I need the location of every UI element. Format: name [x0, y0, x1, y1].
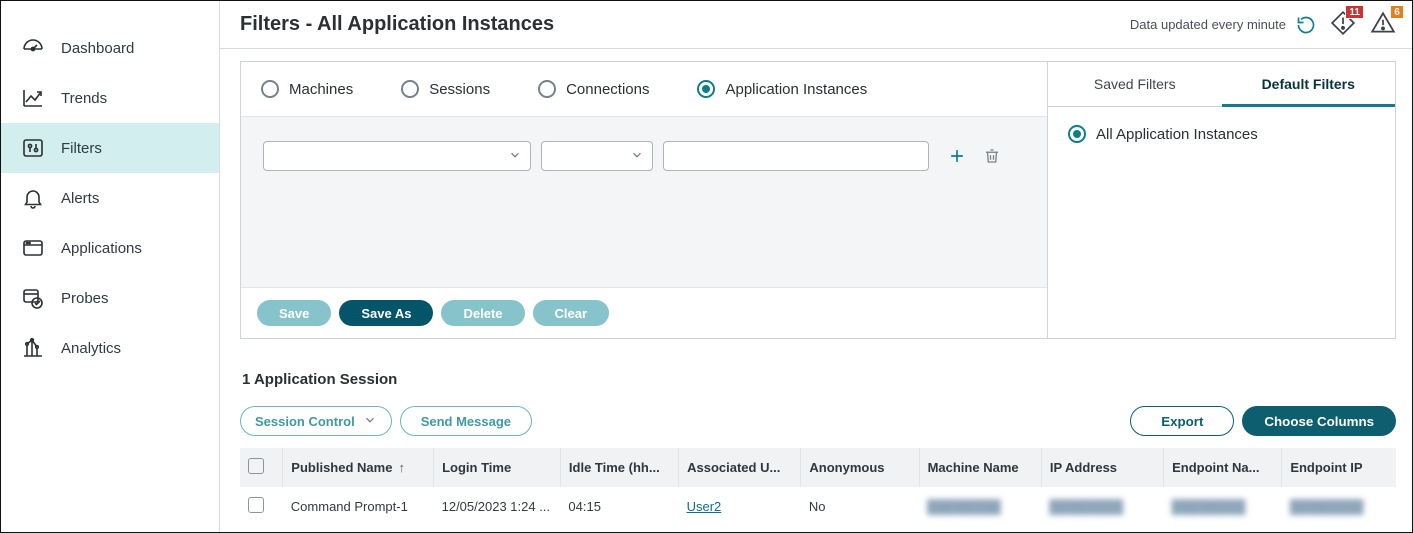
table-row[interactable]: Command Prompt-1 12/05/2023 1:24 ... 04:… [240, 487, 1396, 526]
radio-machines[interactable]: Machines [261, 80, 353, 98]
trends-icon [21, 86, 45, 110]
col-machine-name[interactable]: Machine Name [919, 448, 1041, 487]
sidebar-item-alerts[interactable]: Alerts [1, 173, 219, 223]
export-button[interactable]: Export [1130, 406, 1234, 436]
cell-endpoint-ip: ████████ [1282, 487, 1396, 526]
default-filter-label: All Application Instances [1096, 126, 1258, 143]
sort-ascending-icon: ↑ [398, 460, 405, 475]
col-endpoint-name[interactable]: Endpoint Na... [1164, 448, 1282, 487]
radio-application-instances[interactable]: Application Instances [697, 80, 867, 98]
saved-filters-panel: Saved Filters Default Filters All Applic… [1047, 62, 1395, 338]
sidebar-item-label: Filters [61, 140, 102, 157]
checkbox-icon [248, 458, 264, 474]
sidebar: Dashboard Trends Filters Alerts Applicat… [1, 1, 220, 532]
cell-machine-name: ████████ [919, 487, 1041, 526]
filter-value-input[interactable] [663, 141, 929, 171]
radio-icon [1068, 125, 1086, 143]
filter-operator-dropdown[interactable] [541, 141, 653, 171]
user-link[interactable]: User2 [687, 499, 722, 514]
col-anonymous[interactable]: Anonymous [801, 448, 919, 487]
sidebar-item-label: Trends [61, 90, 107, 107]
col-idle-time[interactable]: Idle Time (hh... [560, 448, 678, 487]
default-filter-item[interactable]: All Application Instances [1068, 125, 1375, 143]
results-table: Published Name↑ Login Time Idle Time (hh… [240, 448, 1396, 526]
choose-columns-button[interactable]: Choose Columns [1242, 406, 1396, 436]
cell-login-time: 12/05/2023 1:24 ... [434, 487, 561, 526]
analytics-icon [21, 336, 45, 360]
col-published-name[interactable]: Published Name↑ [283, 448, 434, 487]
radio-label: Sessions [429, 81, 490, 98]
col-login-time[interactable]: Login Time [434, 448, 561, 487]
dashboard-icon [21, 36, 45, 60]
radio-icon [401, 80, 419, 98]
session-control-button[interactable]: Session Control [240, 406, 392, 436]
sidebar-item-label: Probes [61, 290, 109, 307]
sidebar-item-analytics[interactable]: Analytics [1, 323, 219, 373]
alerts-icon [21, 186, 45, 210]
sidebar-item-probes[interactable]: Probes [1, 273, 219, 323]
radio-icon [261, 80, 279, 98]
probes-icon [21, 286, 45, 310]
radio-label: Machines [289, 81, 353, 98]
sidebar-item-dashboard[interactable]: Dashboard [1, 23, 219, 73]
delete-button[interactable]: Delete [441, 300, 524, 326]
applications-icon [21, 236, 45, 260]
filter-buttons-row: Save Save As Delete Clear [241, 287, 1047, 338]
filter-field-dropdown[interactable] [263, 141, 531, 171]
select-all-checkbox[interactable] [240, 448, 283, 487]
filter-panel: Machines Sessions Connections Appli [240, 61, 1396, 339]
col-associated-user[interactable]: Associated U... [679, 448, 801, 487]
cell-ip-address: ████████ [1041, 487, 1163, 526]
cell-associated-user: User2 [679, 487, 801, 526]
notification-diamond-red[interactable]: 11 [1330, 10, 1356, 39]
badge-count-red: 11 [1345, 5, 1364, 19]
session-count-heading: 1 Application Session [242, 371, 1396, 388]
topbar: Filters - All Application Instances Data… [220, 1, 1412, 49]
button-label: Send Message [421, 414, 511, 429]
cell-endpoint-name: ████████ [1164, 487, 1282, 526]
sidebar-item-label: Applications [61, 240, 142, 257]
add-filter-icon[interactable] [947, 141, 967, 171]
filter-type-radios: Machines Sessions Connections Appli [241, 62, 1047, 117]
refresh-icon[interactable] [1296, 15, 1316, 35]
save-button[interactable]: Save [257, 300, 331, 326]
page-title: Filters - All Application Instances [240, 13, 554, 36]
clear-button[interactable]: Clear [533, 300, 610, 326]
remove-filter-icon[interactable] [983, 141, 1001, 171]
filter-builder [241, 117, 1047, 287]
results-action-row: Session Control Send Message Export Choo… [240, 406, 1396, 436]
sidebar-item-filters[interactable]: Filters [1, 123, 219, 173]
radio-sessions[interactable]: Sessions [401, 80, 490, 98]
row-checkbox[interactable] [240, 487, 283, 526]
radio-connections[interactable]: Connections [538, 80, 649, 98]
badge-count-orange: 6 [1390, 5, 1404, 19]
sidebar-item-applications[interactable]: Applications [1, 223, 219, 273]
update-label: Data updated every minute [1130, 17, 1286, 32]
save-as-button[interactable]: Save As [339, 300, 433, 326]
radio-label: Application Instances [725, 81, 867, 98]
button-label: Session Control [255, 414, 355, 429]
send-message-button[interactable]: Send Message [400, 406, 532, 436]
radio-icon [697, 80, 715, 98]
sidebar-item-label: Analytics [61, 340, 121, 357]
tab-saved-filters[interactable]: Saved Filters [1048, 62, 1222, 107]
sidebar-item-label: Alerts [61, 190, 99, 207]
radio-icon [538, 80, 556, 98]
cell-anonymous: No [801, 487, 919, 526]
col-endpoint-ip[interactable]: Endpoint IP [1282, 448, 1396, 487]
chevron-down-icon [363, 413, 377, 430]
radio-label: Connections [566, 81, 649, 98]
table-header-row: Published Name↑ Login Time Idle Time (hh… [240, 448, 1396, 487]
cell-published-name: Command Prompt-1 [283, 487, 434, 526]
col-ip-address[interactable]: IP Address [1041, 448, 1163, 487]
chevron-down-icon [630, 148, 644, 165]
chevron-down-icon [508, 148, 522, 165]
notification-triangle-orange[interactable]: 6 [1370, 10, 1396, 39]
filters-icon [21, 136, 45, 160]
cell-idle-time: 04:15 [560, 487, 678, 526]
sidebar-item-label: Dashboard [61, 40, 134, 57]
tab-default-filters[interactable]: Default Filters [1222, 62, 1396, 107]
sidebar-item-trends[interactable]: Trends [1, 73, 219, 123]
checkbox-icon [248, 497, 264, 513]
